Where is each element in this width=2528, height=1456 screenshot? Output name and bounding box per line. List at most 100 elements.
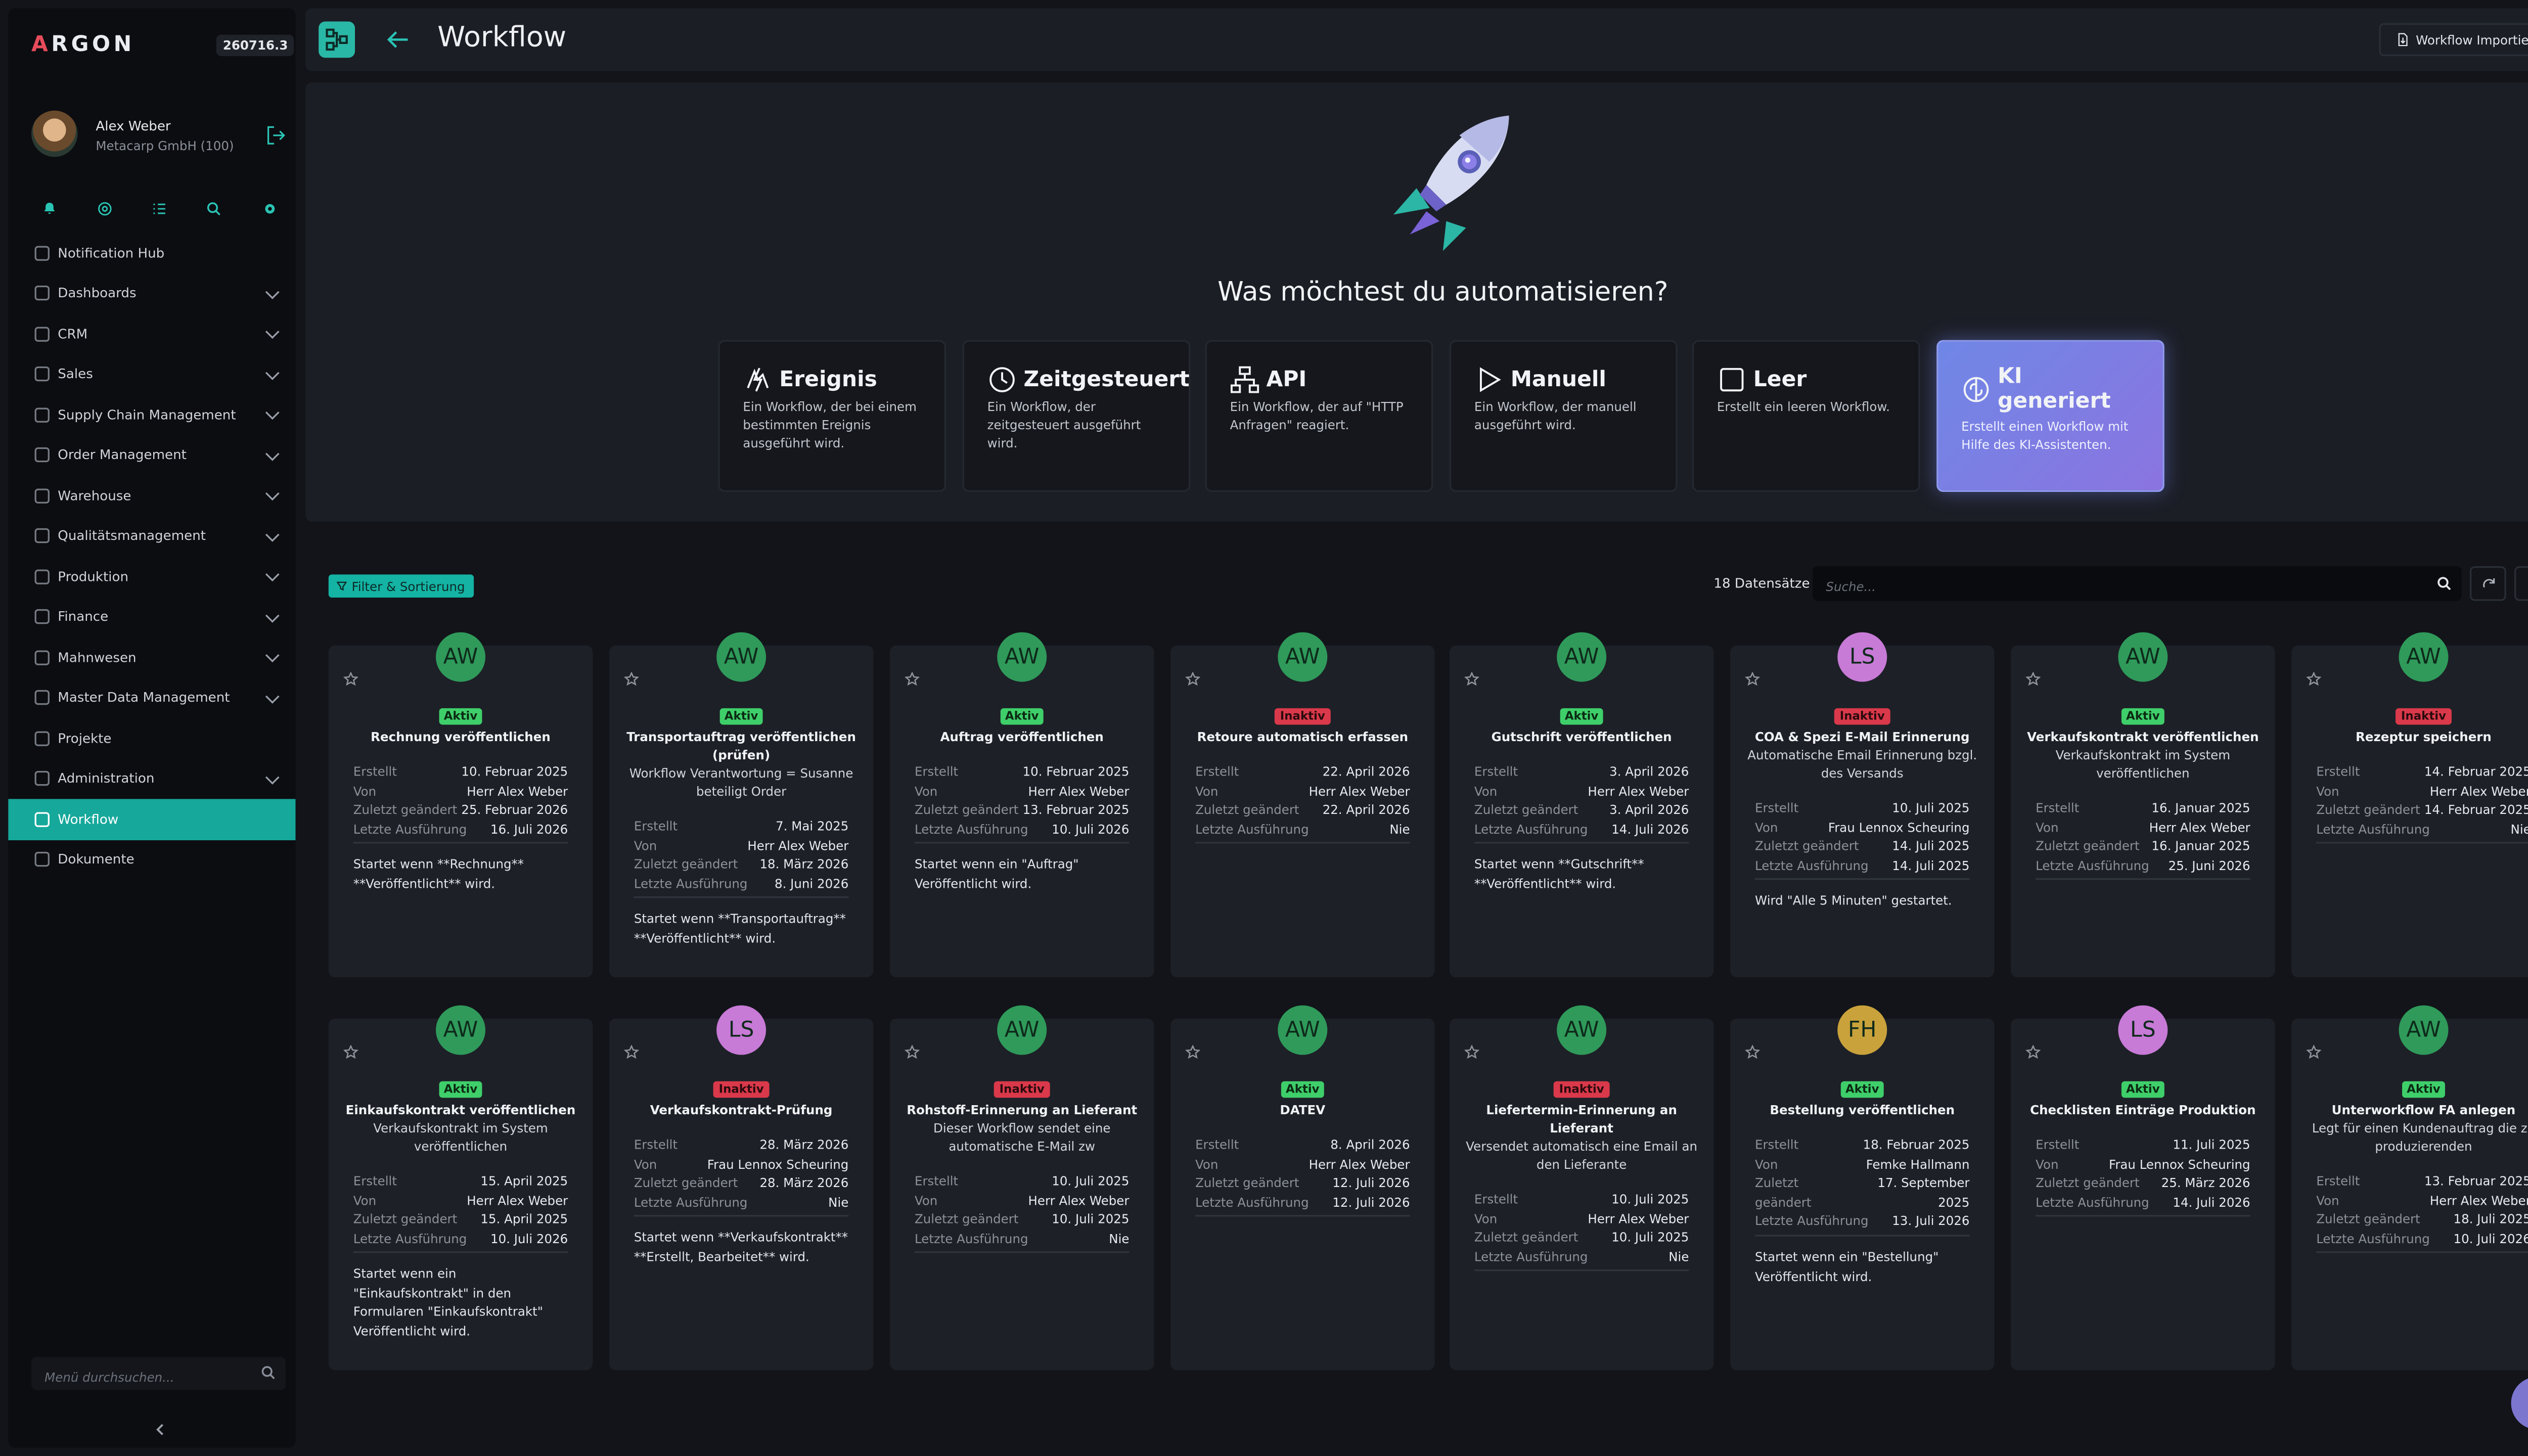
sidebar-item-supply-chain-management[interactable]: Supply Chain Management [8, 394, 295, 435]
workflow-card[interactable]: AW Inaktiv Rohstoff-Erinnerung an Lieferan… [889, 1005, 1154, 1371]
refresh-button[interactable] [2469, 566, 2506, 601]
workflow-meta: Erstellt 7. Mai 2025 Von Herr Alex Weber Zul… [634, 817, 848, 893]
sidebar-item-mahnwesen[interactable]: Mahnwesen [8, 637, 295, 677]
search-icon[interactable] [2437, 576, 2452, 591]
chevron-down-icon[interactable] [265, 486, 280, 501]
meta-row: Von Femke Hallmann [1755, 1155, 1969, 1174]
workflow-type-ereignis[interactable]: Ereignis Ein Workflow, der bei einem best… [718, 340, 946, 492]
workflow-card[interactable]: AW Aktiv Verkaufskontrakt veröffentlichen V… [2011, 632, 2275, 978]
meta-value: 14. Juli 2025 [1892, 838, 1970, 854]
back-arrow-icon[interactable] [385, 26, 411, 53]
chevron-down-icon[interactable] [265, 769, 280, 784]
status-badge: Inaktiv [2291, 695, 2528, 726]
workflow-card[interactable]: AW Aktiv Einkaufskontrakt veröffentlichen V… [328, 1005, 593, 1371]
workflow-type-manuell[interactable]: Manuell Ein Workflow, der manuell ausgefü… [1449, 340, 1678, 492]
import-workflow-button[interactable]: Workflow Importieren [2379, 23, 2528, 57]
chevron-down-icon[interactable] [265, 648, 280, 663]
sidebar-item-finance[interactable]: Finance [8, 597, 295, 637]
bell-icon[interactable] [41, 200, 58, 216]
divider [914, 1251, 1130, 1253]
workflow-type-ki-generiert[interactable]: KI generiert Erstellt einen Workflow mit … [1936, 340, 2164, 492]
star-icon[interactable] [904, 1035, 920, 1059]
workflow-search-input[interactable] [1813, 569, 2407, 605]
sidebar-item-sales[interactable]: Sales [8, 354, 295, 394]
gear-icon[interactable] [261, 200, 278, 216]
sidebar-item-dokumente[interactable]: Dokumente [8, 839, 295, 880]
sidebar-item-qualitätsmanagement[interactable]: Qualitätsmanagement [8, 516, 295, 556]
workflow-card[interactable]: LS Inaktiv COA & Spezi E-Mail Erinnerung Au… [1730, 632, 1995, 978]
star-icon[interactable] [2306, 1035, 2322, 1059]
chevron-down-icon[interactable] [265, 608, 280, 622]
workflow-card[interactable]: AW Aktiv DATEV Erstellt 8. April 2026 Von Herr… [1170, 1005, 1435, 1371]
sidebar-item-warehouse[interactable]: Warehouse [8, 475, 295, 516]
workflow-card[interactable]: AW Aktiv Auftrag veröffentlichen Erstellt 10… [889, 632, 1154, 978]
collapse-sidebar-icon[interactable] [154, 1423, 167, 1436]
workflow-card[interactable]: AW Aktiv Rechnung veröffentlichen Erstellt 1… [328, 632, 593, 978]
sidebar-item-notification-hub[interactable]: Notification Hub [8, 233, 295, 273]
workflow-card[interactable]: LS Aktiv Checklisten Einträge Produktion Er… [2011, 1005, 2275, 1371]
star-icon[interactable] [623, 1035, 640, 1059]
workflow-type-api[interactable]: API Ein Workflow, der auf "HTTP Anfragen"… [1205, 340, 1433, 492]
sidebar-item-dashboards[interactable]: Dashboards [8, 273, 295, 313]
sidebar-item-administration[interactable]: Administration [8, 758, 295, 799]
workflow-card[interactable]: AW Aktiv Gutschrift veröffentlichen Erstell… [1449, 632, 1714, 978]
filter-sort-button[interactable]: Filter & Sortierung [328, 574, 473, 598]
star-icon[interactable] [2025, 1035, 2041, 1059]
workflow-title: Rohstoff-Erinnerung an Lieferant Dieser W… [903, 1101, 1141, 1156]
chevron-down-icon[interactable] [265, 567, 280, 582]
workflow-type-title: Manuell [1510, 367, 1606, 392]
sidebar-item-produktion[interactable]: Produktion [8, 556, 295, 597]
brand-logo[interactable]: ARGON [31, 33, 135, 58]
star-icon[interactable] [1744, 1035, 1760, 1059]
menu-search-input[interactable] [31, 1361, 246, 1394]
star-icon[interactable] [1185, 1035, 1201, 1059]
chevron-down-icon[interactable] [265, 284, 280, 299]
star-icon[interactable] [1464, 1035, 1480, 1059]
workflow-card[interactable]: AW Aktiv Unterworkflow FA anlegen Legt für … [2291, 1005, 2528, 1371]
filter-icon [337, 581, 347, 591]
sidebar-item-crm[interactable]: CRM [8, 313, 295, 354]
star-icon[interactable] [1464, 662, 1480, 686]
chevron-down-icon[interactable] [265, 527, 280, 541]
workflow-card[interactable]: AW Aktiv Transportauftrag veröffentlichen … [609, 632, 874, 978]
meta-row: Von Herr Alex Weber [2316, 1191, 2528, 1210]
star-icon[interactable] [623, 662, 640, 686]
sidebar-item-projekte[interactable]: Projekte [8, 718, 295, 758]
menu-search-icon[interactable] [261, 1365, 276, 1380]
workflow-card[interactable]: AW Inaktiv Liefertermin-Erinnerung an Lief… [1449, 1005, 1714, 1371]
sidebar-item-master-data-management[interactable]: Master Data Management [8, 677, 295, 718]
sidebar-item-workflow[interactable]: Workflow [8, 799, 296, 840]
star-icon[interactable] [2306, 662, 2322, 686]
user-avatar[interactable] [31, 110, 78, 157]
globe-icon[interactable] [96, 200, 113, 216]
star-icon[interactable] [904, 662, 920, 686]
chevron-down-icon[interactable] [265, 365, 280, 380]
search-icon[interactable] [206, 200, 222, 216]
workflow-type-zeitgesteuert[interactable]: Zeitgesteuert Ein Workflow, der zeitgeste… [962, 340, 1191, 492]
chat-button[interactable] [2511, 1377, 2528, 1430]
star-icon[interactable] [1744, 662, 1760, 686]
workflow-meta: Erstellt 8. April 2026 Von Herr Alex Weber Z… [1195, 1136, 1410, 1212]
play-icon [1474, 365, 1504, 395]
chevron-down-icon[interactable] [265, 325, 280, 339]
meta-value: Nie [828, 1194, 849, 1209]
star-icon[interactable] [343, 662, 359, 686]
workflow-type-leer[interactable]: Leer Erstellt ein leeren Workflow. [1692, 340, 1920, 492]
sidebar-item-order-management[interactable]: Order Management [8, 435, 295, 475]
star-icon[interactable] [2025, 662, 2041, 686]
meta-label: Letzte Ausführung [1474, 821, 1588, 836]
workflow-card[interactable]: AW Inaktiv Rezeptur speichern Erstellt 14. F… [2291, 632, 2528, 978]
chevron-down-icon[interactable] [265, 689, 280, 703]
star-icon[interactable] [1185, 662, 1201, 686]
workflow-card[interactable]: FH Aktiv Bestellung veröffentlichen Erstell… [1730, 1005, 1995, 1371]
chevron-down-icon[interactable] [265, 446, 280, 461]
star-icon[interactable] [343, 1035, 359, 1059]
meta-row: Zuletzt geändert 18. Juli 2025 [2316, 1210, 2528, 1229]
workflow-title: Einkaufskontrakt veröffentlichen Verkaufs… [342, 1101, 579, 1156]
workflow-card[interactable]: LS Inaktiv Verkaufskontrakt-Prüfung Erstell… [609, 1005, 874, 1371]
chevron-down-icon[interactable] [265, 405, 280, 420]
grid-view-button[interactable] [2514, 566, 2528, 601]
list-icon[interactable] [151, 200, 168, 216]
logout-icon[interactable] [266, 125, 286, 145]
workflow-card[interactable]: AW Inaktiv Retoure automatisch erfassen Ers… [1170, 632, 1435, 978]
